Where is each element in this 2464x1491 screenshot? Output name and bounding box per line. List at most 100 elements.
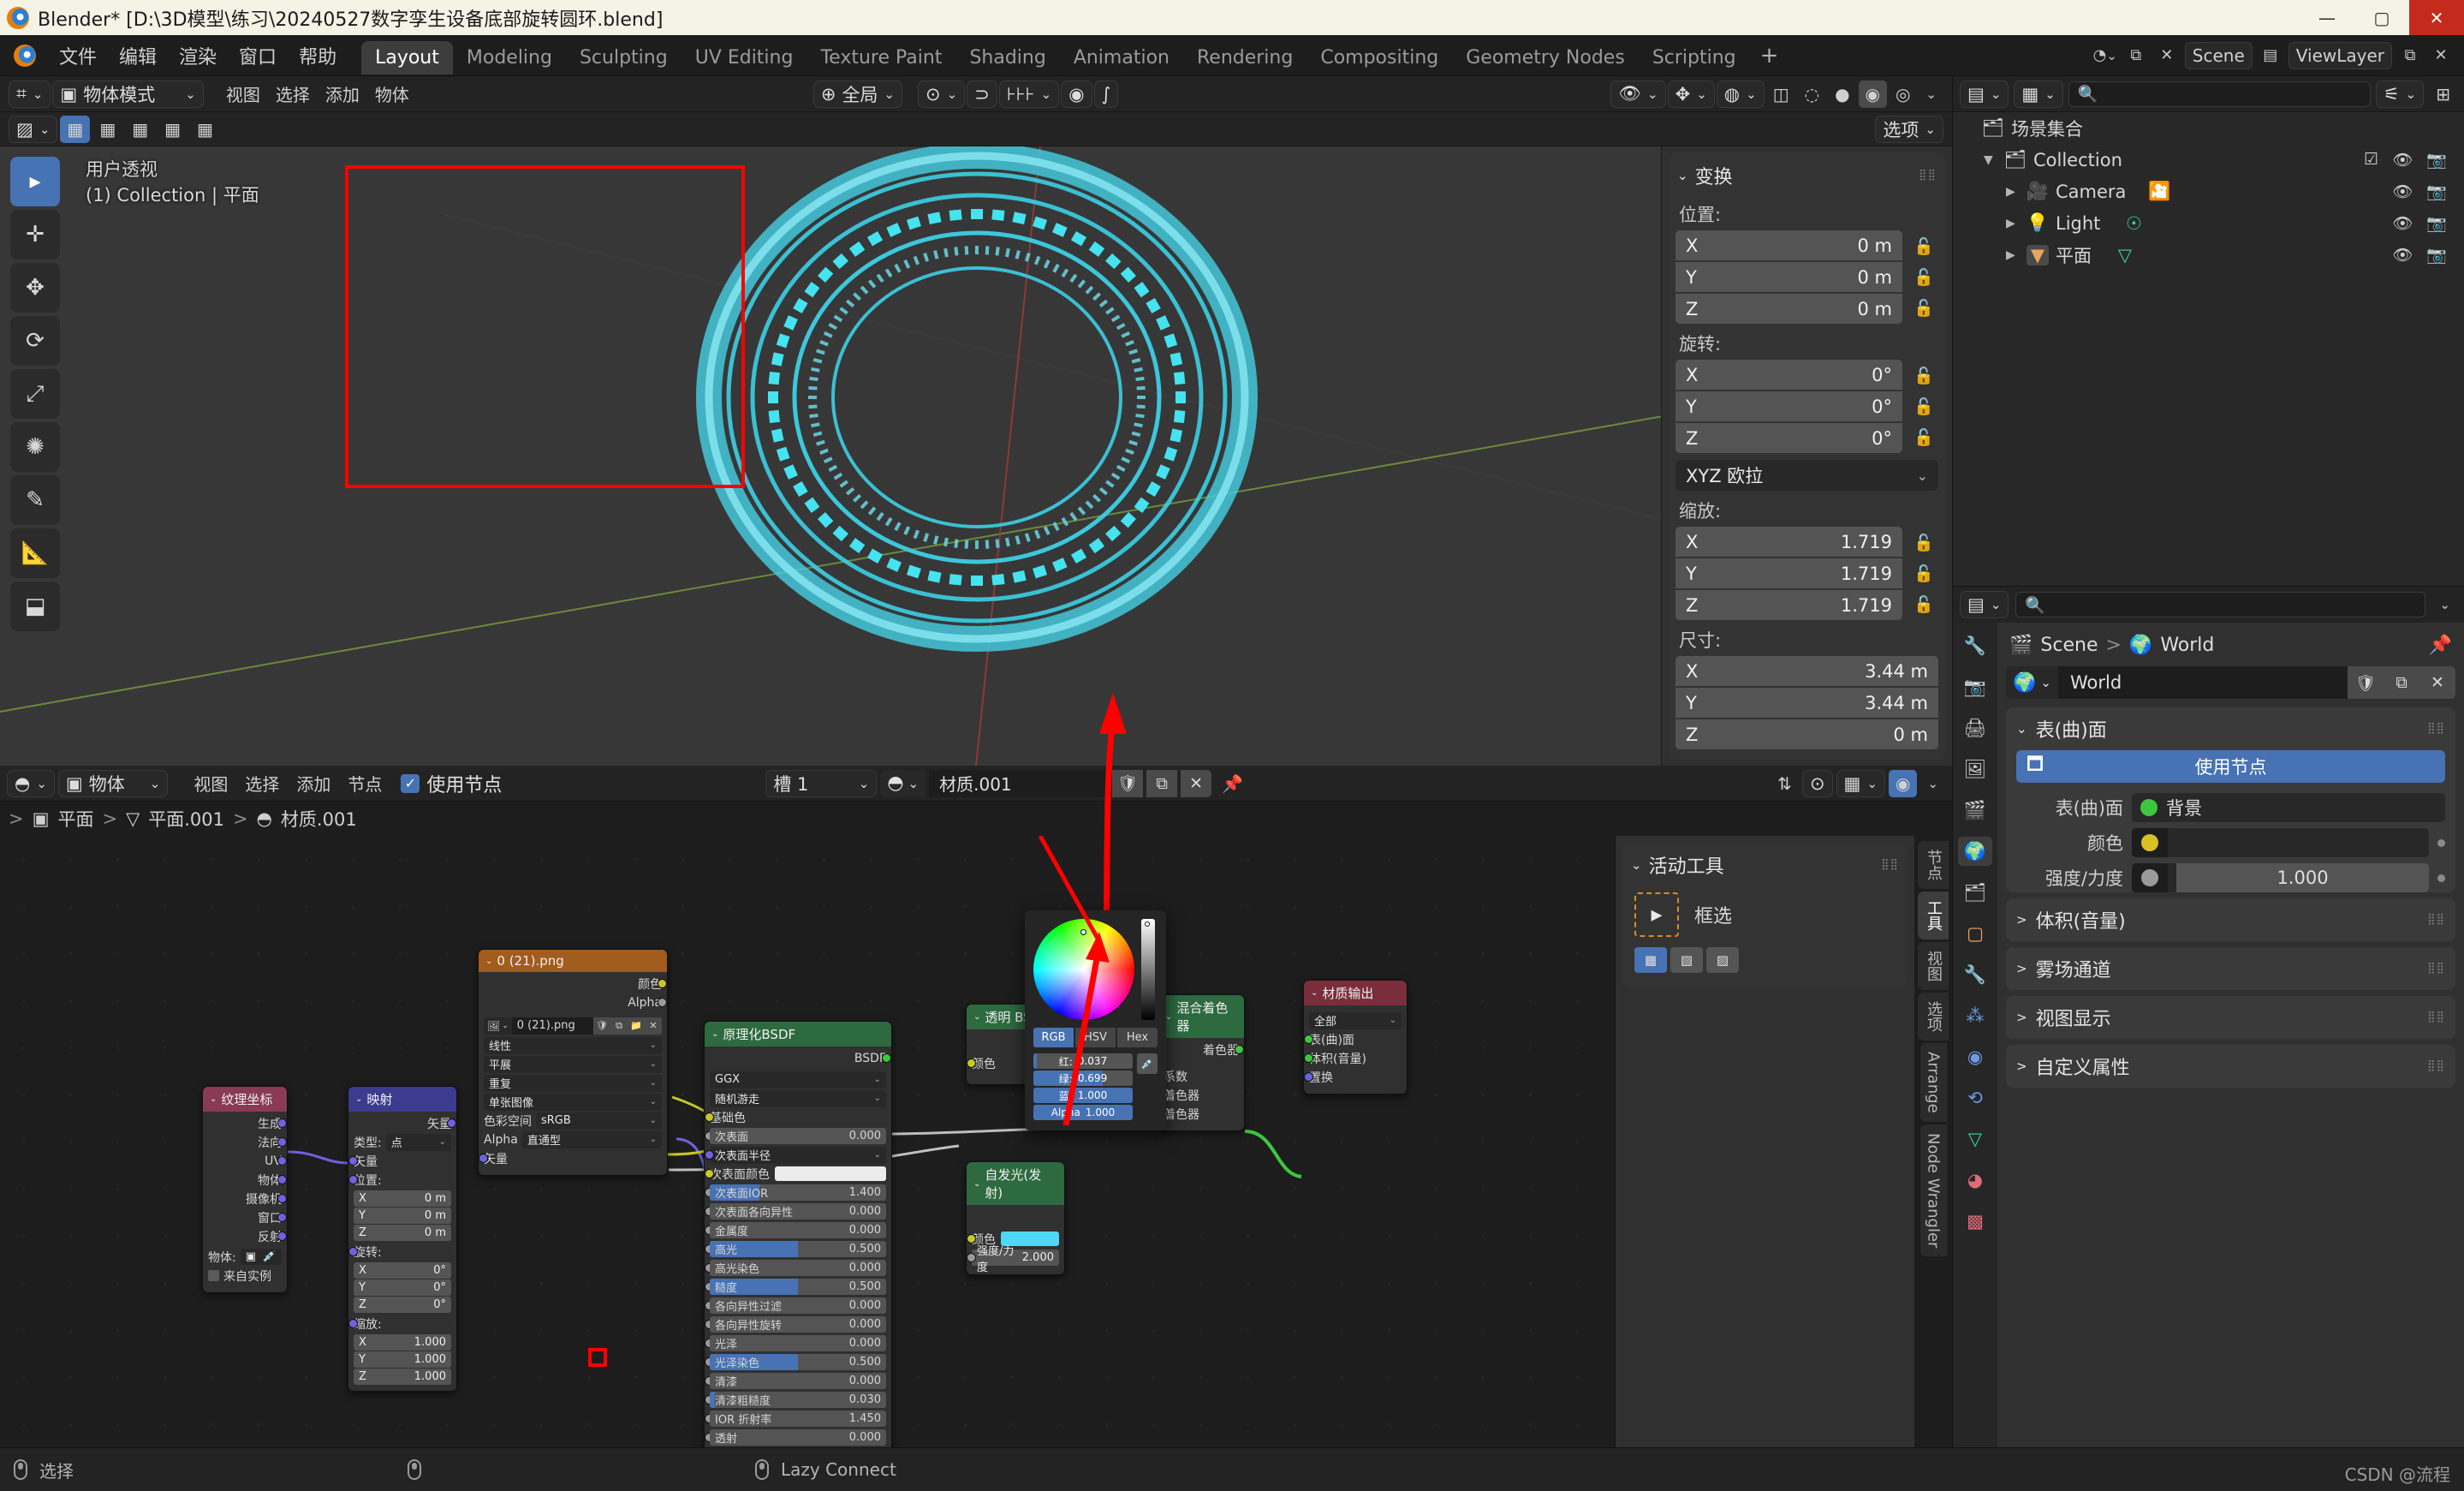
pin-icon[interactable]: 📌 (1215, 770, 1250, 797)
dimensions-z-field[interactable]: Z 0 m (1675, 719, 1938, 749)
checkbox-icon[interactable]: ✓ (401, 773, 420, 793)
output-bsdf[interactable]: BSDF (710, 1050, 891, 1066)
pin-icon[interactable]: 📌 (2429, 635, 2452, 656)
input-displacement[interactable]: 置换 (1304, 1069, 1402, 1085)
fake-user-button[interactable]: 🛡 (593, 1017, 610, 1035)
tab-object-icon[interactable]: ▢ (1958, 919, 1992, 948)
tab-scene-icon[interactable]: 🎬 (1958, 796, 1992, 825)
checkbox-icon[interactable] (208, 1270, 219, 1281)
proportional-falloff[interactable]: ∫ (1093, 80, 1119, 108)
lock-rotation-y-icon[interactable]: 🔓 (1909, 392, 1938, 422)
expand-triangle-icon[interactable]: ▶ (2006, 248, 2020, 262)
input-vector[interactable]: 矢量 (479, 1150, 662, 1166)
node-mapping[interactable]: ⌄ 映射 矢量 类型: 点 ⌄ 矢量 位置: X0 m Y0 m Z0 m 旋转:… (348, 1086, 457, 1392)
output-object[interactable]: 物体 (208, 1172, 287, 1188)
tab-view-layer-icon[interactable]: 🖼 (1958, 754, 1992, 784)
color-channel-slider[interactable]: Alpha 1.000 (1033, 1105, 1133, 1120)
color-wheel-cursor[interactable] (1080, 929, 1086, 935)
tab-shading[interactable]: Shading (955, 41, 1059, 75)
outliner-editor-type-icon[interactable]: ▤ ⌄ (1960, 80, 2009, 108)
duplicate-world-button[interactable]: ⧉ (2384, 666, 2419, 699)
param-color-swatch[interactable] (775, 1166, 886, 1181)
scale-x-field[interactable]: X 1.719 (1675, 527, 1902, 557)
tab-scripting[interactable]: Scripting (1639, 41, 1750, 75)
socket-volume-in[interactable] (1304, 1053, 1313, 1063)
fake-user-button[interactable]: 🛡 (2348, 666, 2384, 699)
camera-icon[interactable]: 📷 (2426, 245, 2447, 265)
param-slider[interactable]: 高光染色 0.000 (710, 1260, 886, 1276)
vtab-tool[interactable]: 工具 (1918, 892, 1949, 939)
use-nodes-checkbox-row[interactable]: ✓ 使用节点 (401, 770, 502, 797)
tab-texture-icon[interactable]: ▩ (1958, 1207, 1992, 1236)
image-name-field[interactable]: 0 (21).png (511, 1017, 593, 1035)
breadcrumb-mesh[interactable]: 平面.001 (148, 806, 224, 832)
world-color-swatch[interactable] (2132, 828, 2429, 857)
visibility-selector[interactable]: 👁 ⌄ (1610, 80, 1666, 108)
principled-param-row[interactable]: 次表面 0.000 (705, 1128, 886, 1144)
vtab-view[interactable]: 视图 (1918, 942, 1949, 990)
select-intersect-button[interactable]: ▦ (190, 116, 220, 143)
surface-shader-dropdown[interactable]: 背景 (2132, 793, 2445, 822)
shading-solid[interactable]: ● (1828, 81, 1856, 108)
eye-icon[interactable]: 👁 (2392, 182, 2413, 201)
pivot-point-selector[interactable]: ⊙ ⌄ (918, 80, 966, 108)
socket-color-out[interactable] (658, 979, 667, 988)
transform-orientation-selector[interactable]: ⊕ 全局 ⌄ (812, 80, 903, 108)
principled-param-row[interactable]: 清漆 0.000 (705, 1373, 886, 1389)
output-vector[interactable]: 矢量 (354, 1115, 456, 1131)
tab-constraints-icon[interactable]: ⟲ (1958, 1083, 1992, 1112)
properties-editor-type-icon[interactable]: ▤ ⌄ (1960, 591, 2009, 618)
menu-render[interactable]: 渲染 (168, 39, 228, 73)
extension-dropdown[interactable]: 重复 ⌄ (484, 1074, 662, 1092)
dimensions-x-field[interactable]: X 3.44 m (1675, 656, 1938, 686)
tab-material-icon[interactable]: ◕ (1958, 1166, 1992, 1195)
principled-param-row[interactable]: 次表面各向异性 0.000 (705, 1203, 886, 1220)
shader-editor-type-icon[interactable]: ◓ ⌄ (7, 769, 55, 797)
viewport-menu-object[interactable]: 物体 (368, 81, 416, 108)
socket-alpha-out[interactable] (658, 998, 667, 1007)
menu-edit[interactable]: 编辑 (108, 39, 168, 73)
socket-surface-in[interactable] (1304, 1035, 1313, 1044)
vtab-node-wrangler[interactable]: Node Wrangler (1919, 1124, 1947, 1257)
projection-dropdown[interactable]: 平展 ⌄ (484, 1055, 662, 1073)
tab-modeling[interactable]: Modeling (453, 41, 566, 75)
select-invert-button[interactable]: ▦ (158, 116, 187, 143)
shader-menu-node[interactable]: 节点 (341, 770, 389, 797)
scale-y-field[interactable]: Y 1.719 (1675, 558, 1902, 588)
socket-rotation-in[interactable] (348, 1247, 358, 1256)
input-rotation[interactable]: 旋转: (348, 1243, 451, 1260)
outliner-display-mode[interactable]: ▦ ⌄ (2014, 80, 2063, 108)
param-slider[interactable]: 清漆 0.000 (710, 1373, 886, 1389)
param-slider[interactable]: IOR 折射率 1.450 (710, 1410, 886, 1427)
lock-scale-y-icon[interactable]: 🔓 (1909, 559, 1938, 589)
principled-param-row[interactable]: 清漆粗糙度 0.030 (705, 1392, 886, 1408)
node-header[interactable]: ⌄ 原理化BSDF (705, 1022, 891, 1047)
param-slider[interactable]: 光泽 0.000 (710, 1335, 886, 1351)
input-base-color[interactable]: 基础色 (705, 1109, 886, 1125)
select-mode-icon[interactable]: ▨ ⌄ (9, 115, 58, 143)
unlink-scene-icon[interactable]: ✕ (2154, 42, 2180, 69)
tab-world-icon[interactable]: 🌍 (1958, 837, 1992, 866)
socket-strength-in[interactable] (967, 1253, 976, 1262)
node-image-texture[interactable]: ⌄ 0 (21).png 颜色 Alpha 🖼 ⌄ 0 (21).png 🛡 ⧉ … (478, 949, 668, 1176)
breadcrumb-scene[interactable]: Scene (2040, 635, 2098, 656)
lock-location-x-icon[interactable]: 🔓 (1909, 232, 1938, 262)
emission-strength-field[interactable]: 强度/力度 2.000 (972, 1245, 1059, 1274)
vtab-options[interactable]: 选项 (1918, 993, 1949, 1041)
socket-generated[interactable] (277, 1118, 287, 1128)
socket-shader-out[interactable] (1235, 1045, 1244, 1054)
socket-reflection[interactable] (277, 1232, 287, 1241)
camera-icon[interactable]: 📷 (2426, 182, 2447, 201)
surface-section-header[interactable]: ⌄ 表(曲)面 ⣿⣿ (2006, 707, 2455, 750)
eye-icon[interactable]: 👁 (2392, 245, 2413, 265)
socket-uv[interactable] (277, 1156, 287, 1166)
node-material-output[interactable]: ⌄ 材质输出 全部 ⌄ 表(曲)面 体积(音量) 置换 (1303, 980, 1408, 1094)
socket-scale-in[interactable] (348, 1319, 358, 1328)
tab-uv-editing[interactable]: UV Editing (681, 41, 807, 75)
viewlayer-selector[interactable]: ViewLayer (2288, 41, 2392, 69)
param-slider[interactable]: 透射 0.000 (710, 1429, 886, 1446)
select-set-button[interactable]: ▦ (60, 115, 91, 143)
animate-property-dot[interactable] (2437, 838, 2445, 847)
subsurface-radius-dropdown[interactable]: 次表面半径 ⌄ (710, 1146, 886, 1164)
outliner-new-collection-button[interactable]: ⊞ (2429, 81, 2457, 108)
